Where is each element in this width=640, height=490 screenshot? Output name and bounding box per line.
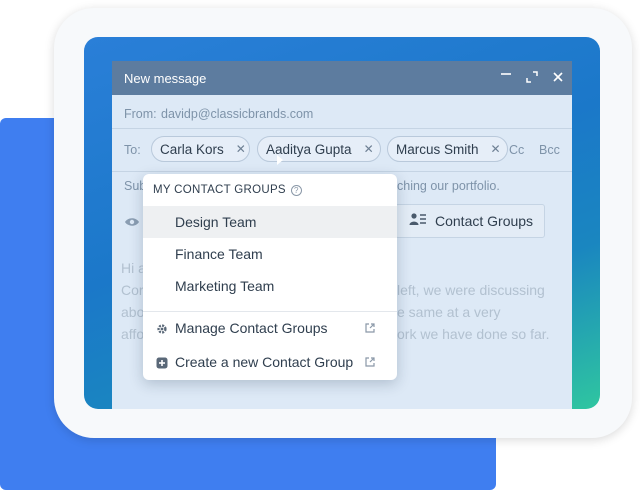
manage-contact-groups-item[interactable]: Manage Contact Groups [143,313,397,343]
window-titlebar: New message [112,61,572,95]
dropdown-header-text: MY CONTACT GROUPS [153,184,286,196]
group-item-design-team[interactable]: Design Team [143,206,397,238]
create-contact-group-item[interactable]: Create a new Contact Group [143,347,397,377]
contact-groups-button[interactable]: Contact Groups [395,204,545,238]
group-item-label: Finance Team [175,246,263,262]
dropdown-header: MY CONTACT GROUPS ? [153,184,302,196]
contact-groups-label: Contact Groups [435,213,534,229]
external-link-icon [364,321,376,337]
close-icon[interactable] [550,69,566,85]
expand-icon[interactable] [524,69,540,85]
from-value: davidp@classicbrands.com [161,107,314,121]
group-item-label: Marketing Team [175,278,275,294]
remove-recipient-icon[interactable]: ✕ [236,142,246,156]
external-link-icon [364,355,376,371]
recipient-chip[interactable]: Aaditya Gupta ✕ [257,136,381,162]
contact-groups-dropdown: MY CONTACT GROUPS ? Design Team Finance … [143,174,397,380]
recipient-name: Carla Kors [160,141,224,157]
manage-contact-groups-label: Manage Contact Groups [175,320,328,336]
contacts-list-icon [409,212,427,231]
illustration-stage: New message From: davidp@classicbrands.c… [0,0,640,490]
cc-link[interactable]: Cc [509,143,524,157]
group-item-label: Design Team [175,214,257,230]
group-item-marketing-team[interactable]: Marketing Team [143,270,397,302]
recipient-chip[interactable]: Carla Kors ✕ [151,136,250,162]
remove-recipient-icon[interactable]: ✕ [491,142,501,156]
remove-recipient-icon[interactable]: ✕ [364,142,374,156]
recipient-chip[interactable]: Marcus Smith ✕ [387,136,508,162]
eye-icon[interactable] [124,215,140,233]
group-item-finance-team[interactable]: Finance Team [143,238,397,270]
plus-square-icon [156,356,168,372]
minimize-icon[interactable] [498,69,514,85]
dropdown-divider [143,311,397,312]
body-text-right: left, we were discussing e same at a ver… [397,282,550,342]
subject-value-partial: ching our portfolio. [397,179,500,193]
window-title: New message [124,71,207,86]
to-label: To: [124,143,141,157]
from-label: From: [124,107,157,121]
bcc-link[interactable]: Bcc [539,143,560,157]
create-contact-group-label: Create a new Contact Group [175,354,354,370]
divider [112,171,572,172]
gear-icon [156,322,168,338]
divider [112,128,572,129]
contact-groups-caret [277,155,283,165]
help-icon[interactable]: ? [290,184,302,196]
recipient-name: Marcus Smith [396,141,479,157]
